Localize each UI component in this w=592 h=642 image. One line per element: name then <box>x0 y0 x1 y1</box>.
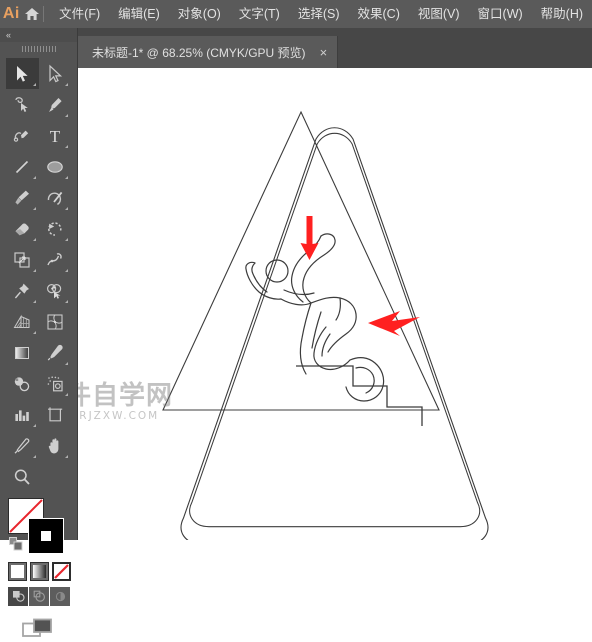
tool-artboard[interactable] <box>39 399 72 430</box>
draw-mode-inside[interactable] <box>50 587 70 606</box>
figure-lower-leg <box>345 357 385 402</box>
menu-edit[interactable]: 编辑(E) <box>109 0 169 28</box>
tool-type[interactable]: T <box>39 120 72 151</box>
tool-width[interactable] <box>39 244 72 275</box>
tool-column-graph[interactable] <box>6 399 39 430</box>
document-tab-bar: 未标题-1* @ 68.25% (CMYK/GPU 预览) × <box>78 28 592 68</box>
triangle-middle-rounded <box>189 132 481 528</box>
tool-shape-builder[interactable] <box>39 275 72 306</box>
draw-mode-row <box>8 587 77 606</box>
tool-zoom[interactable] <box>6 461 39 492</box>
paint-mode-row <box>8 562 77 581</box>
tool-symbol-sprayer[interactable] <box>39 368 72 399</box>
home-icon[interactable] <box>23 0 42 28</box>
paint-mode-gradient[interactable] <box>30 562 49 581</box>
tool-line-segment[interactable] <box>6 151 39 182</box>
tool-mesh[interactable] <box>39 306 72 337</box>
tool-selection[interactable] <box>6 58 39 89</box>
tool-eyedropper[interactable] <box>39 337 72 368</box>
screen-mode-icon[interactable] <box>0 618 77 642</box>
menu-window[interactable]: 窗口(W) <box>469 0 532 28</box>
stroke-swatch[interactable] <box>28 518 64 554</box>
tool-ellipse[interactable] <box>39 151 72 182</box>
tool-perspective-grid[interactable] <box>6 306 39 337</box>
svg-text:T: T <box>50 127 61 146</box>
panel-collapse-button[interactable]: « <box>0 28 77 42</box>
falling-person-figure <box>245 233 385 402</box>
tool-direct-selection[interactable] <box>39 58 72 89</box>
illustrator-window: Ai 文件(F) 编辑(E) 对象(O) 文字(T) 选择(S) 效果(C) 视… <box>0 0 592 637</box>
tool-gradient[interactable] <box>6 337 39 368</box>
tool-curvature[interactable] <box>6 120 39 151</box>
menu-object[interactable]: 对象(O) <box>169 0 230 28</box>
red-arrow-down <box>300 216 319 260</box>
swap-fill-stroke-icon[interactable] <box>9 537 23 551</box>
triangle-inner-sharp <box>162 110 440 411</box>
warning-sign-artwork[interactable] <box>78 68 592 540</box>
menu-file[interactable]: 文件(F) <box>50 0 109 28</box>
tool-magic-wand[interactable] <box>6 89 39 120</box>
tool-rotate[interactable] <box>39 213 72 244</box>
paint-mode-color[interactable] <box>8 562 27 581</box>
app-logo: Ai <box>2 5 20 22</box>
menu-bar: Ai 文件(F) 编辑(E) 对象(O) 文字(T) 选择(S) 效果(C) 视… <box>0 0 592 28</box>
menu-help[interactable]: 帮助(H) <box>532 0 592 28</box>
tool-pen[interactable] <box>39 89 72 120</box>
tool-paintbrush[interactable] <box>6 182 39 213</box>
tool-eraser[interactable] <box>6 213 39 244</box>
menu-item-list: 文件(F) 编辑(E) 对象(O) 文字(T) 选择(S) 效果(C) 视图(V… <box>50 0 592 28</box>
close-icon[interactable]: × <box>320 46 328 59</box>
document-tab-title: 未标题-1* @ 68.25% (CMYK/GPU 预览) <box>92 45 306 60</box>
menu-divider <box>43 6 45 22</box>
artboard-canvas[interactable]: 软件自学网 WWW.RJZXW.COM <box>78 68 592 540</box>
menu-select[interactable]: 选择(S) <box>289 0 349 28</box>
tool-shaper[interactable] <box>39 182 72 213</box>
tool-scale[interactable] <box>6 244 39 275</box>
tool-slice[interactable] <box>6 430 39 461</box>
figure-torso <box>280 296 357 315</box>
triangle-outer-rounded <box>180 127 489 540</box>
tools-panel: « T <box>0 28 78 637</box>
tool-free-transform[interactable] <box>6 275 39 306</box>
fill-stroke-swatches <box>8 498 70 556</box>
menu-type[interactable]: 文字(T) <box>230 0 289 28</box>
menu-view[interactable]: 视图(V) <box>409 0 469 28</box>
stairs-shape <box>296 365 423 426</box>
panel-drag-handle[interactable] <box>0 42 77 56</box>
tool-grid: T <box>0 56 77 492</box>
draw-mode-behind[interactable] <box>29 587 49 606</box>
draw-mode-normal[interactable] <box>8 587 28 606</box>
menu-effect[interactable]: 效果(C) <box>349 0 409 28</box>
document-tab[interactable]: 未标题-1* @ 68.25% (CMYK/GPU 预览) × <box>78 36 339 68</box>
figure-shin <box>299 302 312 375</box>
figure-hip <box>327 313 357 353</box>
figure-bent-leg <box>313 326 351 371</box>
tool-hand[interactable] <box>39 430 72 461</box>
stroke-swatch-hole <box>40 530 52 542</box>
figure-left-arm <box>245 261 282 300</box>
tool-blend[interactable] <box>6 368 39 399</box>
paint-mode-none[interactable] <box>52 562 71 581</box>
